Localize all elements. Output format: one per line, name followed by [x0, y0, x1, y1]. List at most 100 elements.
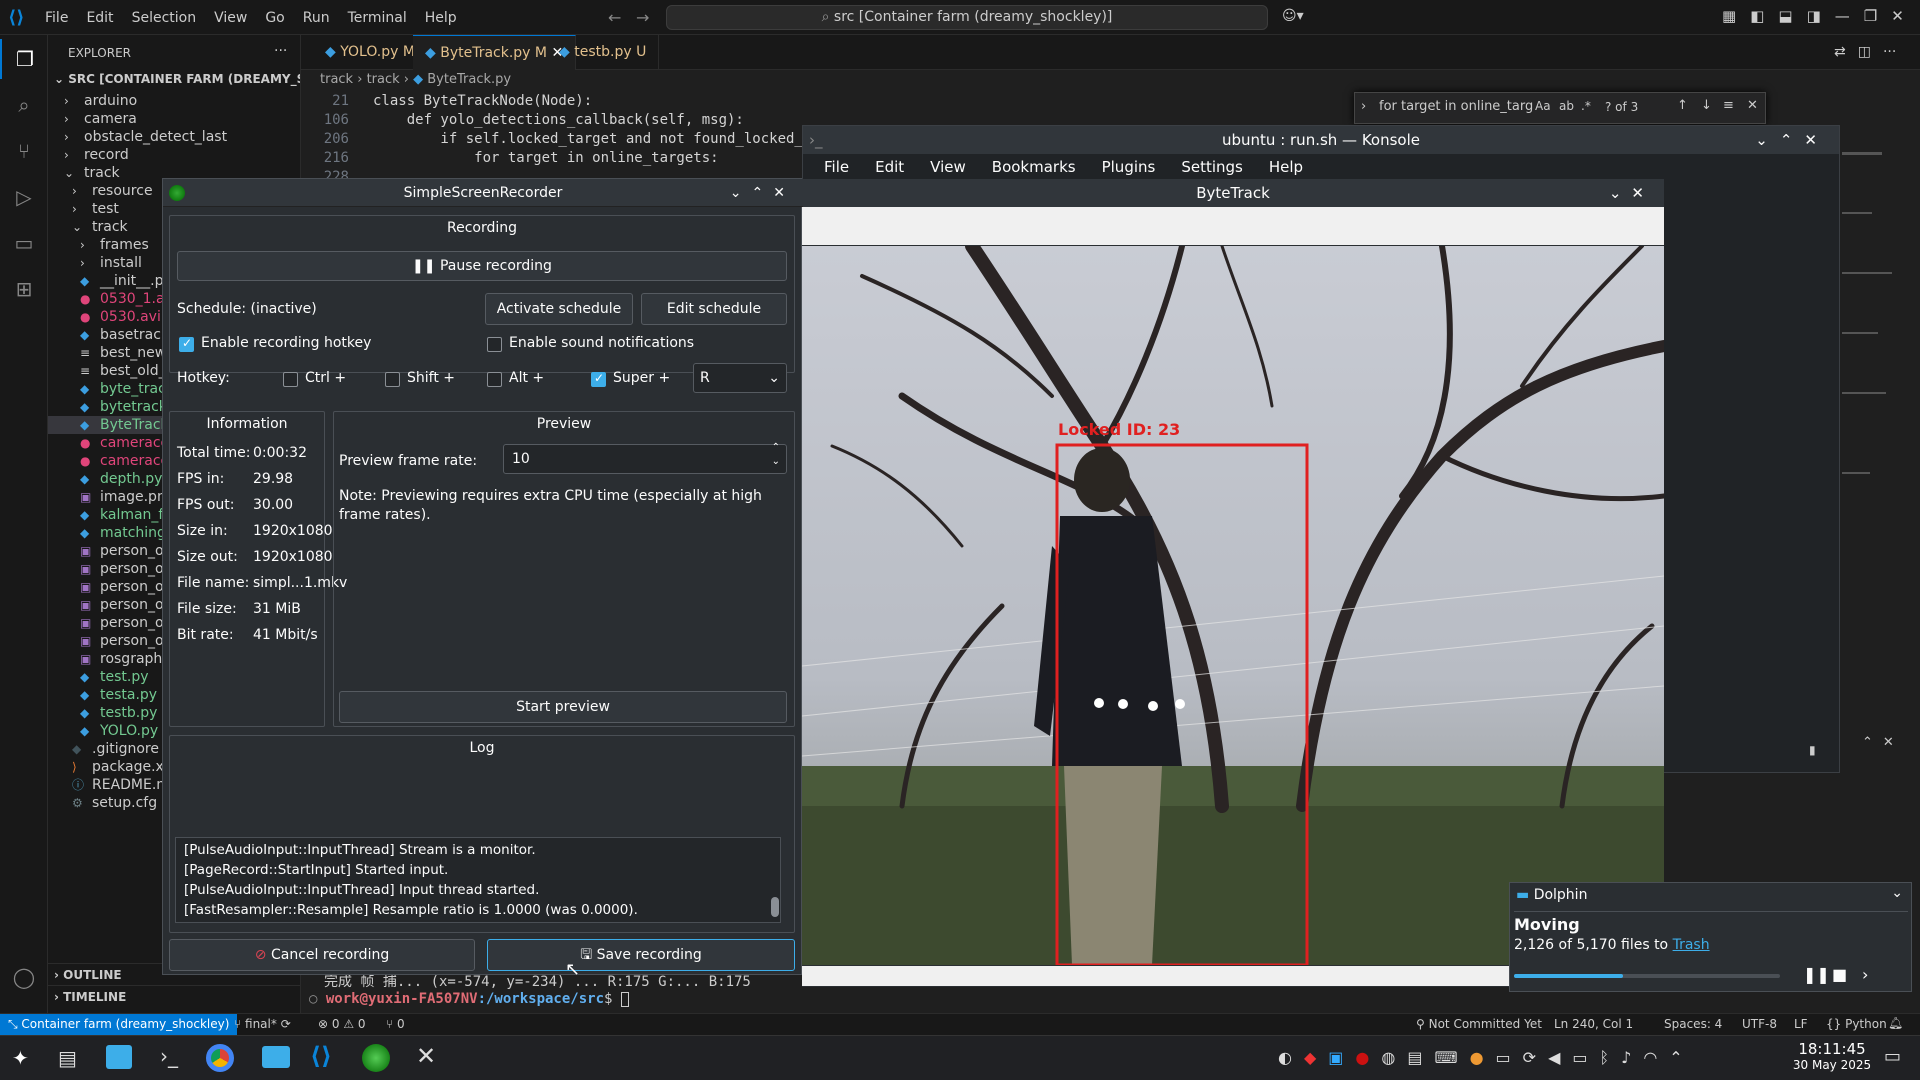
- timeline-section[interactable]: › TIMELINE: [48, 985, 300, 1007]
- compare-icon[interactable]: ⇄: [1834, 44, 1846, 60]
- tree-item[interactable]: › obstacle_detect_last: [48, 128, 300, 146]
- spin-arrows-icon[interactable]: ⌃ ⌄: [772, 441, 780, 469]
- start-preview-button[interactable]: Start preview: [339, 691, 787, 723]
- run-debug-icon[interactable]: ▷: [0, 177, 48, 217]
- ssr-taskbar-icon[interactable]: [362, 1044, 390, 1072]
- regex-icon[interactable]: .*: [1581, 99, 1591, 113]
- editor-more-icon[interactable]: ···: [1883, 44, 1896, 60]
- shift-checkbox[interactable]: [385, 372, 400, 387]
- extensions-icon[interactable]: ⊞: [0, 269, 48, 309]
- maximize-icon[interactable]: ⌃: [752, 185, 774, 201]
- hotkey-key-select[interactable]: R ⌄: [693, 363, 787, 393]
- display-icon[interactable]: ▭: [1496, 1048, 1511, 1067]
- branch-indicator[interactable]: ⑂ final* ⟳: [234, 1017, 291, 1031]
- activate-schedule-button[interactable]: Activate schedule: [485, 293, 633, 325]
- trash-link[interactable]: Trash: [1673, 937, 1710, 953]
- find-input[interactable]: for target in online_targ: [1379, 99, 1533, 114]
- close-find-icon[interactable]: ✕: [1747, 98, 1758, 113]
- ctrl-checkbox[interactable]: [283, 372, 298, 387]
- match-case-toggle[interactable]: Aa: [1535, 99, 1551, 113]
- code-line[interactable]: 21 class ByteTrackNode(Node):: [301, 92, 592, 111]
- konsole-menu-item[interactable]: Bookmarks: [979, 158, 1089, 176]
- problems-indicator[interactable]: ⊗ 0 ⚠ 0: [318, 1017, 366, 1031]
- command-center[interactable]: ⌕ src [Container farm (dreamy_shockley)]: [666, 5, 1268, 30]
- tab[interactable]: ◆ testb.py U: [547, 35, 660, 70]
- minimize-icon[interactable]: —: [1835, 7, 1850, 25]
- indentation[interactable]: Spaces: 4: [1664, 1017, 1722, 1031]
- vscode-taskbar-icon[interactable]: ⟨⟩: [310, 1042, 332, 1070]
- super-checkbox[interactable]: [591, 371, 606, 387]
- close-icon[interactable]: ✕: [1804, 131, 1829, 149]
- menu-item[interactable]: Selection: [123, 10, 206, 26]
- record-icon[interactable]: ●: [1355, 1048, 1369, 1067]
- previous-match-icon[interactable]: ↑: [1677, 98, 1688, 113]
- whole-word-icon[interactable]: ab: [1559, 99, 1574, 113]
- toggle-secondary-sidebar-icon[interactable]: ◨: [1807, 7, 1821, 25]
- konsole-menu-item[interactable]: View: [917, 158, 979, 176]
- keyboard-icon[interactable]: ⌨: [1434, 1048, 1457, 1067]
- menu-item[interactable]: Go: [256, 10, 293, 26]
- tab[interactable]: ◆ YOLO.py M: [313, 35, 428, 70]
- code-line[interactable]: 216 for target in online_targets:: [301, 149, 719, 168]
- microphone-icon[interactable]: ♪: [1621, 1048, 1631, 1067]
- copilot-icon[interactable]: ☺▾: [1282, 8, 1304, 24]
- breadcrumb-item[interactable]: track: [367, 72, 400, 87]
- clipboard-icon[interactable]: ▤: [1407, 1048, 1422, 1067]
- code-line[interactable]: 206 if self.locked_target and not found_…: [301, 130, 803, 149]
- minimap[interactable]: [1838, 92, 1908, 592]
- minimize-icon[interactable]: ⌄: [1755, 131, 1780, 149]
- ports-indicator[interactable]: ⑂ 0: [386, 1017, 405, 1031]
- scroll-handle[interactable]: ▮: [1809, 743, 1816, 757]
- notifications-icon[interactable]: 🔔︎: [1888, 1016, 1903, 1030]
- enable-hotkey-checkbox[interactable]: [179, 336, 194, 352]
- pause-icon[interactable]: ❚❚: [1803, 965, 1830, 984]
- sync-icon[interactable]: ▣: [1328, 1048, 1343, 1067]
- konsole-menu-item[interactable]: Settings: [1168, 158, 1256, 176]
- forward-arrow-icon[interactable]: →: [636, 8, 649, 27]
- close-icon[interactable]: ✕: [1631, 184, 1654, 202]
- layout-icon[interactable]: ▦: [1722, 7, 1736, 25]
- maximize-icon[interactable]: ⌃: [1780, 131, 1805, 149]
- updates-icon[interactable]: ◍: [1381, 1048, 1395, 1067]
- konsole-taskbar-icon[interactable]: ›_: [160, 1044, 178, 1068]
- log-textbox[interactable]: [PulseAudioInput::InputThread] Stream is…: [175, 837, 781, 923]
- explorer-root[interactable]: ⌄ SRC [CONTAINER FARM (DREAMY_SHOCK...: [54, 72, 300, 86]
- close-icon[interactable]: ✕: [773, 185, 795, 201]
- app-launcher-icon[interactable]: ✦: [12, 1046, 29, 1070]
- cancel-recording-button[interactable]: ⊘ Cancel recording: [169, 939, 475, 971]
- log-scrollbar[interactable]: [771, 897, 779, 917]
- split-editor-icon[interactable]: ◫: [1858, 44, 1871, 60]
- chrome-icon[interactable]: [206, 1044, 234, 1072]
- end-of-line[interactable]: LF: [1794, 1017, 1808, 1031]
- language-mode[interactable]: {} Python: [1826, 1017, 1887, 1031]
- edit-schedule-button[interactable]: Edit schedule: [641, 293, 787, 325]
- menu-item[interactable]: File: [36, 10, 77, 26]
- close-panel-icon[interactable]: ✕: [1883, 735, 1904, 750]
- show-desktop-icon[interactable]: ▭: [1884, 1046, 1901, 1067]
- source-control-icon[interactable]: ⑂: [0, 131, 48, 171]
- maximize-panel-icon[interactable]: ⌃: [1862, 735, 1883, 750]
- minimize-icon[interactable]: ⌄: [730, 185, 752, 201]
- breadcrumb-item[interactable]: ByteTrack.py: [427, 72, 511, 87]
- account-icon[interactable]: ◯: [0, 957, 48, 997]
- cursor-position[interactable]: Ln 240, Col 1: [1554, 1017, 1633, 1031]
- more-actions-icon[interactable]: ···: [274, 43, 287, 59]
- explorer-icon[interactable]: ❐: [0, 39, 48, 79]
- tray-app-icon[interactable]: ◐: [1278, 1048, 1292, 1067]
- remote-indicator[interactable]: ⤡ Container farm (dreamy_shockley): [0, 1014, 238, 1035]
- close-icon[interactable]: ✕: [1891, 7, 1904, 25]
- toggle-panel-icon[interactable]: ⬓: [1778, 7, 1792, 25]
- chevron-right-icon[interactable]: ›: [1862, 965, 1868, 984]
- refresh-icon[interactable]: ⟳: [1523, 1048, 1536, 1067]
- battery-icon[interactable]: ▭: [1572, 1048, 1587, 1067]
- encoding[interactable]: UTF-8: [1742, 1017, 1777, 1031]
- tree-item[interactable]: › camera: [48, 110, 300, 128]
- menu-item[interactable]: Help: [416, 10, 466, 26]
- enable-sound-checkbox[interactable]: [487, 337, 502, 352]
- breadcrumb-item[interactable]: track: [320, 72, 353, 87]
- stop-icon[interactable]: ■: [1832, 965, 1847, 984]
- preview-rate-spinbox[interactable]: 10 ⌃ ⌄: [503, 441, 787, 474]
- chevron-right-icon[interactable]: ›: [1361, 99, 1366, 114]
- wifi-icon[interactable]: ◠: [1643, 1048, 1657, 1067]
- anydesk-icon[interactable]: ◆: [1304, 1048, 1316, 1067]
